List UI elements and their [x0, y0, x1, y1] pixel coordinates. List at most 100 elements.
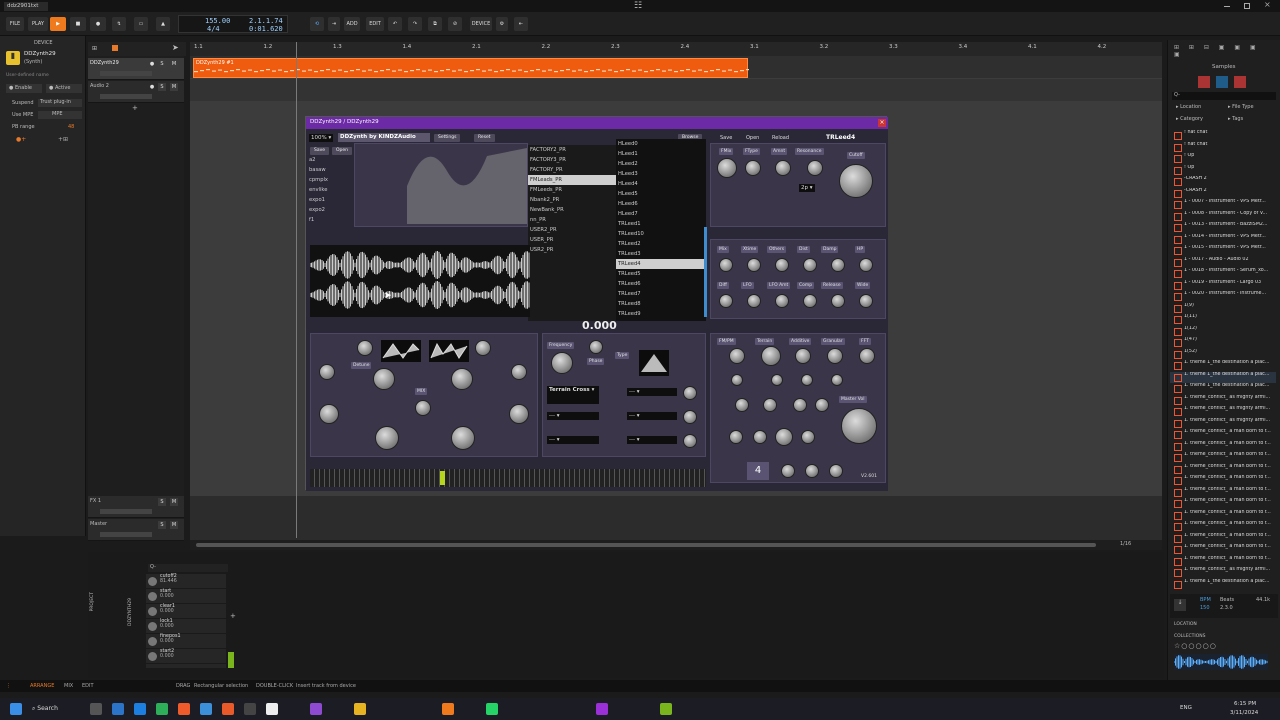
- menu-icon[interactable]: ⋮: [6, 683, 11, 689]
- patch-item[interactable]: HLeed3: [616, 169, 706, 179]
- sample-item[interactable]: 1. theme 1_the destination a plac...: [1170, 579, 1276, 591]
- env-knob-s[interactable]: [775, 428, 793, 446]
- osc-knob-9[interactable]: [509, 404, 529, 424]
- punch-button[interactable]: ⇥: [328, 17, 340, 31]
- patch-item[interactable]: HLeed0: [616, 139, 706, 149]
- mod-select-3[interactable]: --- ▾: [627, 412, 677, 420]
- file-explorer-icon[interactable]: [354, 703, 366, 715]
- param-row[interactable]: start 0.000: [146, 589, 226, 604]
- app-icon-7[interactable]: [660, 703, 672, 715]
- param-row[interactable]: clear1 0.000: [146, 604, 226, 619]
- export-icon[interactable]: ⇤: [514, 17, 528, 31]
- minimize-icon[interactable]: [1224, 6, 1230, 7]
- osc-knob-6[interactable]: [511, 364, 527, 380]
- granular-knob[interactable]: [827, 348, 843, 364]
- lfo-knob-3[interactable]: [793, 398, 807, 412]
- mix-tab[interactable]: MIX: [64, 683, 73, 689]
- small-knob-1[interactable]: [731, 374, 743, 386]
- play-mode-button[interactable]: PLAY: [28, 17, 48, 31]
- sample-item[interactable]: 1. theme_conflict_ a man born to f...: [1170, 429, 1276, 441]
- patch-item[interactable]: TRLeed1: [616, 219, 706, 229]
- horizontal-scrollbar[interactable]: [196, 543, 1096, 547]
- stop-button[interactable]: ■: [70, 17, 86, 31]
- sample-item[interactable]: 1. theme_conflict_ a man born to f...: [1170, 475, 1276, 487]
- mod-knob-2[interactable]: [683, 410, 697, 424]
- preset-item[interactable]: basaw: [307, 165, 349, 175]
- resonance-knob[interactable]: [807, 160, 823, 176]
- osc-knob-10[interactable]: [375, 426, 399, 450]
- sample-item[interactable]: -CRASH 2: [1170, 176, 1276, 188]
- sample-source-icon-1[interactable]: [1198, 76, 1210, 88]
- envelope-graph[interactable]: [407, 146, 527, 224]
- param-knob-icon[interactable]: [148, 607, 157, 616]
- pointer-tool-icon[interactable]: ➤: [172, 43, 179, 52]
- osc-knob-1[interactable]: [357, 340, 373, 356]
- preset-item[interactable]: cpmplx: [307, 175, 349, 185]
- patch-item[interactable]: HLeed5: [616, 189, 706, 199]
- others-knob[interactable]: [775, 258, 789, 272]
- project-tab[interactable]: ddz2901txt: [4, 2, 48, 11]
- param-knob-icon[interactable]: [148, 637, 157, 646]
- dist-knob[interactable]: [803, 258, 817, 272]
- terrain-shape[interactable]: [639, 350, 669, 376]
- effect-lanes[interactable]: [190, 496, 1162, 540]
- device-button[interactable]: DEVICE: [470, 17, 492, 31]
- sample-waveform[interactable]: [309, 245, 530, 317]
- mod-knob-3[interactable]: [683, 434, 697, 448]
- location-filter[interactable]: ▸ Location: [1176, 104, 1201, 110]
- diff-knob[interactable]: [719, 294, 733, 308]
- chrome-icon[interactable]: [156, 703, 168, 715]
- osc1-waveform[interactable]: [381, 340, 421, 362]
- zoom-level[interactable]: 1/16: [1120, 541, 1131, 547]
- add-track-icon[interactable]: +: [132, 104, 138, 112]
- bank-item[interactable]: FMLeads_PR: [528, 175, 616, 185]
- mod-select-1[interactable]: --- ▾: [627, 388, 677, 396]
- bank-item[interactable]: USER_PR: [528, 235, 616, 245]
- settings-button[interactable]: Settings: [434, 134, 461, 142]
- lfo-knob-4[interactable]: [815, 398, 829, 412]
- osc-knob-11[interactable]: [451, 426, 475, 450]
- bank-item[interactable]: USR2_PR: [528, 245, 616, 255]
- preset-reload-button[interactable]: Reload: [772, 135, 789, 141]
- solo-button[interactable]: S: [158, 60, 166, 68]
- app-icon-4[interactable]: [266, 703, 278, 715]
- volume-slider[interactable]: [100, 532, 152, 537]
- track-ddzynth[interactable]: DDZynth29 ● S M: [88, 58, 184, 80]
- reset-button[interactable]: Reset: [474, 134, 495, 142]
- osc-knob-5[interactable]: [451, 368, 473, 390]
- category-filter[interactable]: ▸ Category: [1176, 116, 1203, 122]
- patch-item[interactable]: TRLeed3: [616, 249, 706, 259]
- patch-item[interactable]: TRLeed8: [616, 299, 706, 309]
- wide-knob[interactable]: [859, 294, 873, 308]
- sample-preview-waveform[interactable]: [1173, 654, 1268, 670]
- mute-button[interactable]: M: [170, 521, 178, 529]
- app-icon-6[interactable]: [596, 703, 608, 715]
- playhead[interactable]: [296, 42, 297, 538]
- amnt-knob[interactable]: [775, 160, 791, 176]
- sample-item[interactable]: 1(47): [1170, 337, 1276, 349]
- preset-open-button[interactable]: Open: [746, 135, 759, 141]
- sample-item[interactable]: 1. theme_conflict_ as mighty armi...: [1170, 567, 1276, 579]
- env-knob-r[interactable]: [801, 430, 815, 444]
- sample-item[interactable]: 1. theme 1_the destination a plac...: [1170, 360, 1276, 372]
- param-search-input[interactable]: Q-: [148, 564, 228, 572]
- osc-knob-7[interactable]: [319, 404, 339, 424]
- mod-select-5[interactable]: --- ▾: [627, 436, 677, 444]
- volume-slider[interactable]: [100, 94, 152, 99]
- bank-item[interactable]: FACTORY2_PR: [528, 145, 616, 155]
- edit-button[interactable]: EDIT: [366, 17, 384, 31]
- env-knob-d[interactable]: [753, 430, 767, 444]
- transport-display[interactable]: 155.00 4/4 2.1.1.74 0:01.620: [178, 15, 288, 33]
- fm-pm-knob[interactable]: [729, 348, 745, 364]
- mod-knob-1[interactable]: [683, 386, 697, 400]
- sample-item[interactable]: 1. theme_conflict_ a man born to f...: [1170, 452, 1276, 464]
- file-button[interactable]: FILE: [6, 17, 24, 31]
- add-button[interactable]: ADD: [344, 17, 360, 31]
- hp-knob[interactable]: [859, 258, 873, 272]
- patch-item[interactable]: TRLeed10: [616, 229, 706, 239]
- midi-clip[interactable]: DDZynth29 #1: [193, 58, 749, 78]
- keyboard[interactable]: [310, 469, 706, 487]
- sample-item[interactable]: 1 - 0008 - Instrument - Copy of V...: [1170, 211, 1276, 223]
- xtime-knob[interactable]: [747, 258, 761, 272]
- solo-button[interactable]: S: [158, 83, 166, 91]
